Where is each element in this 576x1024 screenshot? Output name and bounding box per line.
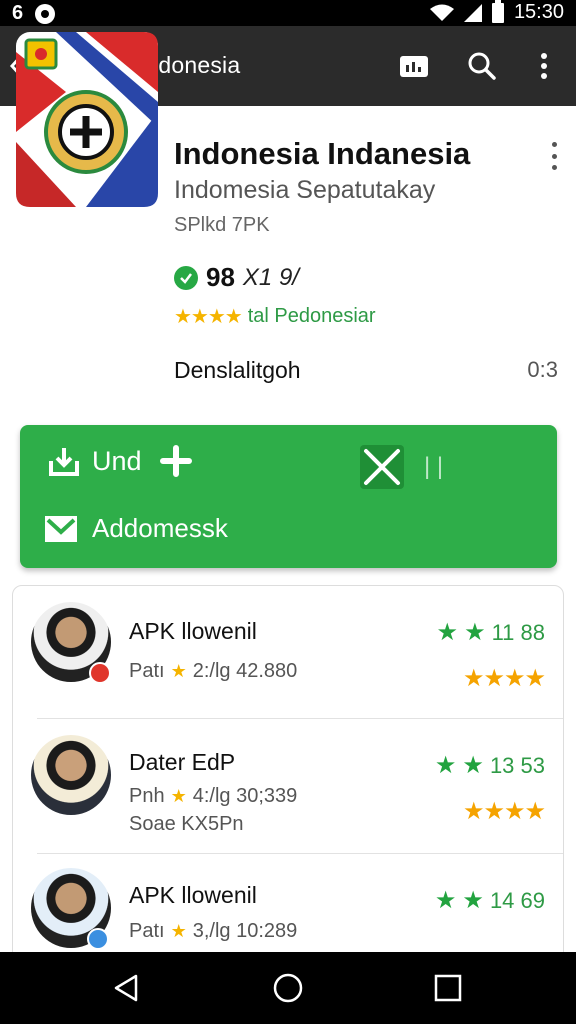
star-icon: ★	[170, 786, 187, 806]
rating-stars: ★★★★	[174, 306, 243, 328]
review-list: APK llowenil Patı ★ 2:/lg 42.880 ★ ★ 11 …	[12, 585, 564, 955]
nav-home-icon[interactable]	[270, 970, 306, 1006]
search-icon[interactable]	[464, 48, 500, 84]
list-item[interactable]: APK llowenil Patı ★ 3,/lg 10:289 ★ ★ 14 …	[13, 854, 563, 954]
star-icon: ★	[462, 887, 484, 914]
verified-check-icon	[174, 265, 198, 290]
item-rating: ★ ★ 13 53	[435, 751, 545, 780]
avatar	[31, 735, 111, 815]
app-score-meta: X1 9/	[242, 263, 299, 291]
status-left-text: 6	[12, 2, 24, 24]
status-time: 15:30	[513, 1, 564, 23]
signal-icon	[463, 3, 482, 22]
app-subtitle: Indomesia Sepatutakay	[174, 176, 436, 204]
item-rating-value: 11 88	[491, 619, 545, 645]
app-name: Indonesia Indanesia	[174, 136, 471, 171]
item-meta-value: 2:/lg 42.880	[192, 660, 298, 682]
item-meta-prefix: Patı	[129, 920, 165, 942]
score-row: 98 X1 9/	[174, 262, 299, 293]
item-rating-value: 14 69	[489, 887, 545, 913]
app-logo-icon[interactable]	[16, 32, 158, 207]
item-stars: ★★★★	[462, 798, 546, 825]
action-card: Und | | Addomessk	[20, 425, 557, 568]
list-item[interactable]: APK llowenil Patı ★ 2:/lg 42.880 ★ ★ 11 …	[13, 586, 563, 719]
star-icon: ★	[434, 752, 457, 779]
plus-icon	[159, 445, 192, 477]
item-name: Dater EdP	[129, 749, 236, 775]
item-meta-value: 4:/lg 30;339	[192, 785, 298, 807]
item-rating: ★ ★ 14 69	[435, 886, 545, 915]
star-icon: ★	[464, 619, 486, 646]
store-icon[interactable]	[396, 48, 432, 84]
item-meta-prefix: Pnh	[129, 785, 165, 807]
add-button[interactable]: Addomessk	[44, 513, 228, 544]
star-icon: ★	[170, 661, 187, 681]
list-item[interactable]: Dater EdP Pnh ★ 4:/lg 30;339 Soae KX5Pn …	[13, 719, 563, 854]
wifi-icon	[429, 4, 454, 21]
item-meta: Pnh ★ 4:/lg 30;339	[129, 785, 297, 808]
item-rating-value: 13 53	[489, 752, 545, 778]
navigation-bar	[0, 952, 576, 1024]
rating-label[interactable]: tal Pedonesiar	[248, 305, 376, 328]
item-extra: Soae KX5Pn	[129, 813, 244, 835]
badge-icon	[87, 928, 109, 950]
download-icon	[49, 448, 79, 476]
mail-icon	[45, 515, 77, 542]
description-value: 0:3	[527, 357, 558, 382]
item-meta-value: 3,/lg 10:289	[192, 920, 298, 942]
close-icon[interactable]	[360, 445, 404, 489]
badge-icon	[89, 662, 111, 684]
install-label: Und	[92, 445, 142, 476]
install-button[interactable]: Und	[48, 445, 192, 477]
star-icon: ★	[170, 921, 187, 941]
star-icon: ★	[436, 619, 459, 646]
more-vert-icon[interactable]	[526, 48, 562, 84]
add-label: Addomessk	[92, 513, 228, 543]
item-rating: ★ ★ 11 88	[437, 618, 545, 647]
item-stars: ★★★★	[462, 665, 546, 692]
nav-back-icon[interactable]	[108, 970, 144, 1006]
star-icon: ★	[462, 752, 484, 779]
item-meta-prefix: Patı	[129, 660, 165, 682]
star-icon: ★	[434, 887, 457, 914]
app-score: 98	[206, 262, 235, 292]
description-label[interactable]: Denslalitgoh	[174, 357, 301, 384]
item-name: APK llowenil	[129, 618, 257, 644]
status-bar: 6 15:30	[0, 0, 576, 26]
app-menu-icon[interactable]	[550, 142, 558, 170]
nav-recents-icon[interactable]	[430, 970, 466, 1006]
item-meta: Patı ★ 2:/lg 42.880	[129, 660, 297, 683]
battery-icon	[491, 0, 504, 23]
notification-icon	[35, 3, 56, 24]
app-type: SPlkd 7PK	[174, 214, 270, 236]
item-meta: Patı ★ 3,/lg 10:289	[129, 920, 297, 943]
action-dividers: | |	[424, 453, 444, 480]
rating-row: ★★★★ tal Pedonesiar	[174, 304, 376, 329]
item-name: APK llowenil	[129, 882, 257, 908]
